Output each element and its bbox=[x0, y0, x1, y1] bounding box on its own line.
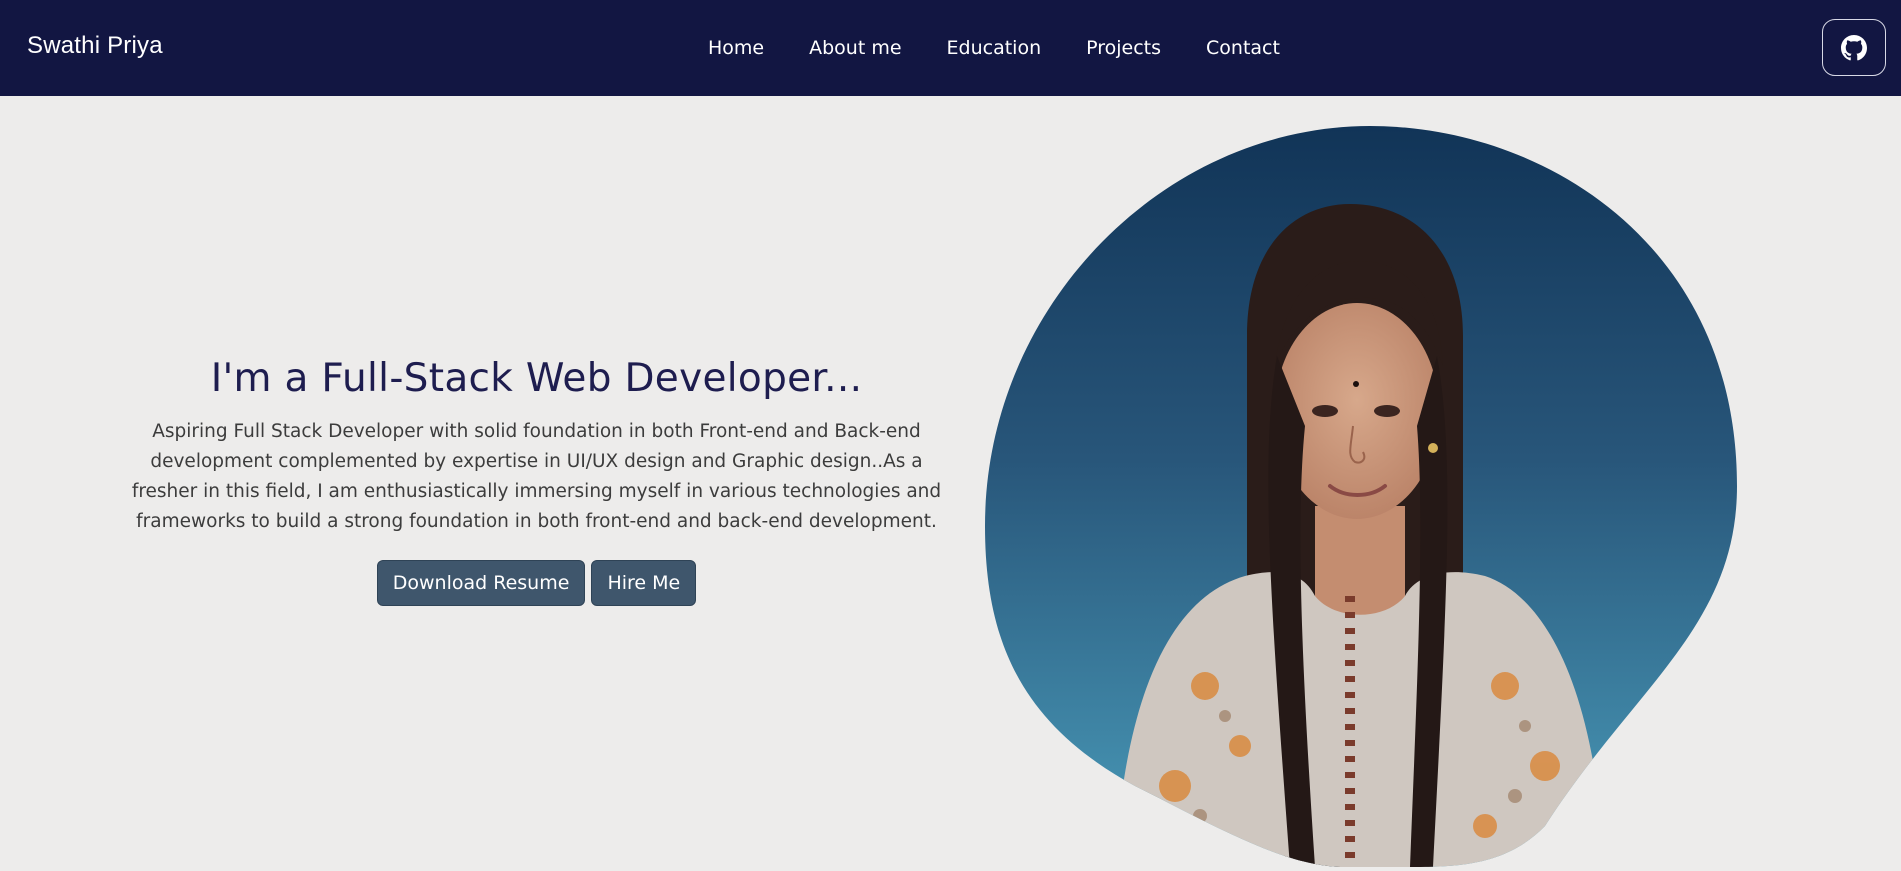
nav-projects-link[interactable]: Projects bbox=[1086, 37, 1161, 59]
download-resume-button[interactable]: Download Resume bbox=[376, 560, 586, 606]
navbar: Swathi Priya Home About me Education Pro… bbox=[0, 0, 1901, 96]
hire-me-button[interactable]: Hire Me bbox=[591, 560, 697, 606]
github-icon bbox=[1841, 34, 1867, 60]
hero-text-block: I'm a Full-Stack Web Developer... Aspiri… bbox=[130, 356, 943, 606]
brand-name[interactable]: Swathi Priya bbox=[27, 32, 163, 60]
profile-photo-blob bbox=[985, 126, 1737, 867]
hero-buttons: Download Resume Hire Me bbox=[130, 560, 943, 606]
nav-home-link[interactable]: Home bbox=[708, 37, 764, 59]
nav-education-link[interactable]: Education bbox=[947, 37, 1042, 59]
nav-about-link[interactable]: About me bbox=[809, 37, 901, 59]
hero-section: I'm a Full-Stack Web Developer... Aspiri… bbox=[0, 96, 1901, 867]
hero-title: I'm a Full-Stack Web Developer... bbox=[210, 356, 863, 401]
nav-contact-link[interactable]: Contact bbox=[1206, 37, 1280, 59]
nav-links: Home About me Education Projects Contact bbox=[708, 37, 1325, 59]
hero-description: Aspiring Full Stack Developer with solid… bbox=[131, 421, 942, 532]
profile-photo bbox=[985, 126, 1741, 867]
github-button[interactable] bbox=[1822, 19, 1886, 76]
